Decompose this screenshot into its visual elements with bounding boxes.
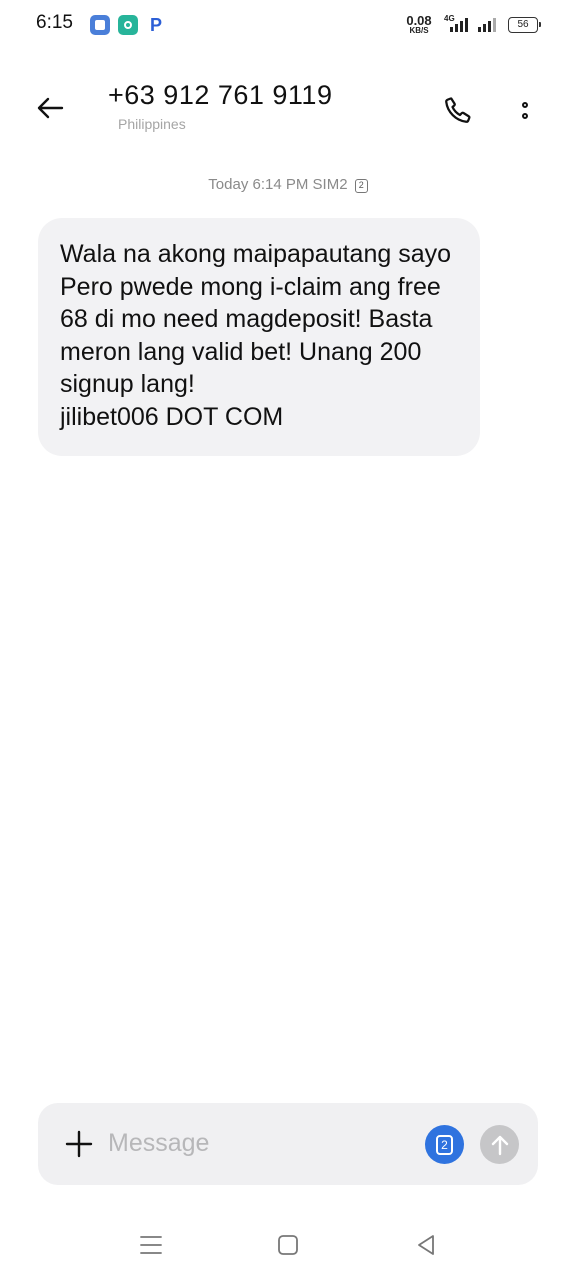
sim-badge-icon: 2 — [354, 179, 368, 193]
home-button[interactable] — [268, 1230, 308, 1260]
system-nav-bar — [0, 1214, 576, 1274]
menu-icon — [140, 1236, 162, 1254]
p-app-icon: P — [149, 14, 162, 35]
recent-apps-button[interactable] — [131, 1230, 171, 1260]
message-timestamp: Today 6:14 PM SIM2 2 — [0, 176, 576, 193]
more-options-button[interactable] — [508, 90, 542, 130]
network-speed-unit: KB/S — [409, 26, 429, 35]
more-vertical-icon — [522, 101, 528, 108]
message-input[interactable] — [108, 1121, 418, 1165]
status-time: 6:15 — [36, 12, 73, 33]
signal-sim1-icon — [450, 16, 468, 32]
contact-number: +63 912 761 9119 — [108, 80, 333, 110]
message-bubble-incoming[interactable]: Wala na akong maipapautang sayo Pero pwe… — [38, 218, 480, 456]
send-button[interactable] — [480, 1125, 519, 1164]
notification-icons: P — [90, 15, 166, 35]
message-meta-text: Today 6:14 PM SIM2 — [208, 176, 348, 193]
back-triangle-icon — [418, 1235, 434, 1255]
sim-card-icon: 2 — [436, 1134, 453, 1155]
app-icon-blue — [90, 15, 110, 35]
sim-select-button[interactable]: 2 — [425, 1125, 464, 1164]
contact-region: Philippines — [118, 116, 186, 132]
phone-icon — [445, 97, 471, 123]
back-button[interactable] — [30, 88, 70, 128]
message-text: Wala na akong maipapautang sayo Pero pwe… — [60, 240, 452, 431]
arrow-left-icon — [37, 97, 64, 119]
status-bar: 6:15 P 0.08 KB/S 4G 56 — [0, 0, 576, 52]
plus-icon — [65, 1130, 93, 1158]
add-attachment-button[interactable] — [62, 1124, 96, 1164]
conversation-header: +63 912 761 9119 Philippines — [0, 70, 576, 160]
battery-icon: 56 — [508, 17, 541, 33]
network-speed: 0.08 KB/S — [404, 14, 434, 35]
home-square-icon — [278, 1235, 298, 1255]
send-arrow-up-icon — [491, 1135, 508, 1155]
message-composer: 2 — [38, 1103, 538, 1185]
call-button[interactable] — [438, 90, 478, 130]
nav-back-button[interactable] — [406, 1230, 446, 1260]
signal-sim2-icon — [478, 16, 496, 32]
app-icon-green — [118, 15, 138, 35]
